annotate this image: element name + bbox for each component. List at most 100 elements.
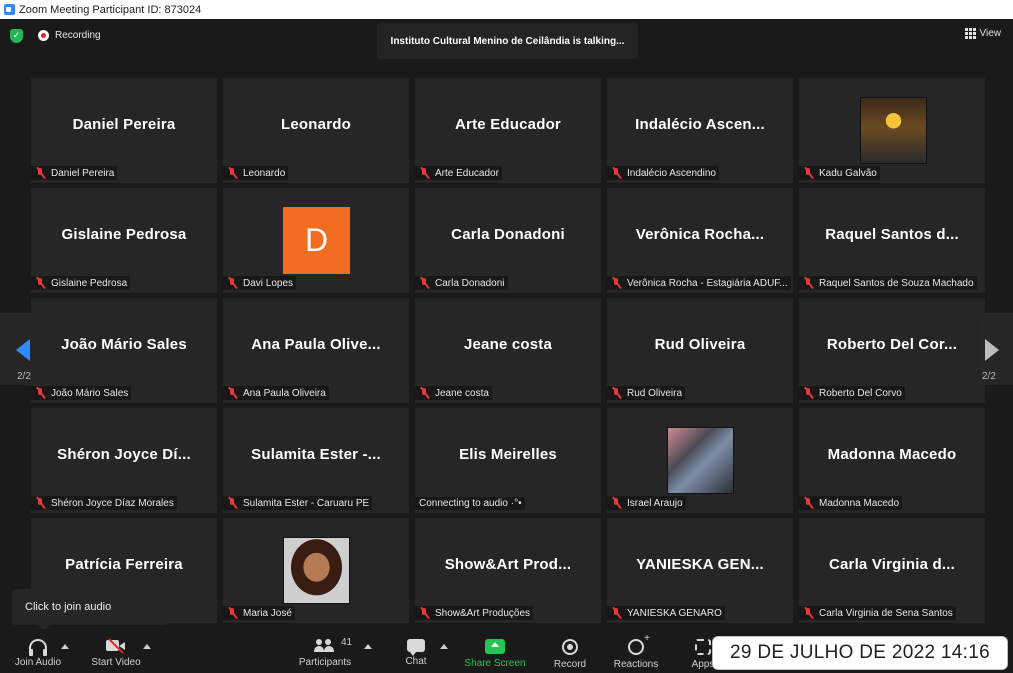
apps-icon	[695, 639, 711, 655]
participant-display-name: Raquel Santos d...	[825, 226, 959, 243]
muted-mic-icon	[611, 277, 622, 289]
participant-display-name: Carla Donadoni	[451, 226, 565, 243]
participant-tile[interactable]: Gislaine Pedrosa Gislaine Pedrosa	[31, 188, 217, 293]
participant-tile[interactable]: Ana Paula Olive... Ana Paula Oliveira	[223, 298, 409, 403]
chat-options-caret-icon[interactable]	[440, 644, 448, 649]
participant-display-name: Verônica Rocha...	[635, 226, 765, 243]
participant-tile[interactable]: Sulamita Ester -... Sulamita Ester - Caru…	[223, 408, 409, 513]
window-title: Zoom Meeting Participant ID: 873024	[19, 3, 202, 16]
participant-tile[interactable]: Leonardo Leonardo	[223, 78, 409, 183]
reactions-label: Reactions	[613, 659, 659, 670]
participant-tile[interactable]: Rud Oliveira Rud Oliveira	[607, 298, 793, 403]
participants-count: 41	[341, 637, 353, 648]
participant-name: Rud Oliveira	[627, 387, 683, 399]
participant-name-label: Carla Virginia de Sena Santos	[799, 606, 956, 620]
meeting-top-bar: ✓ Recording Instituto Cultural Menino de…	[0, 19, 1013, 59]
participant-display-name: YANIESKA GEN...	[636, 556, 764, 573]
participant-tile[interactable]: Kadu Galvão	[799, 78, 985, 183]
security-shield-icon[interactable]: ✓	[10, 29, 23, 43]
participant-display-name: Carla Virginia d...	[828, 556, 956, 573]
reactions-icon	[628, 633, 650, 655]
participant-tile[interactable]: Israel Araujo	[607, 408, 793, 513]
participant-name-label: João Mário Sales	[31, 386, 132, 400]
participant-name-label: Sulamita Ester - Caruaru PE	[223, 496, 373, 510]
participant-tile[interactable]: Madonna Macedo Madonna Macedo	[799, 408, 985, 513]
participant-name: Show&Art Produções	[435, 607, 531, 619]
participant-name: Daniel Pereira	[51, 167, 115, 179]
participant-tile[interactable]: D Davi Lopes	[223, 188, 409, 293]
record-button[interactable]: Record	[550, 639, 590, 670]
reactions-button[interactable]: Reactions	[612, 633, 660, 670]
participant-name: Davi Lopes	[243, 277, 294, 289]
participant-name: Verônica Rocha - Estagiária ADUF...	[627, 277, 788, 289]
participant-tile[interactable]: Raquel Santos d... Raquel Santos de Souza…	[799, 188, 985, 293]
participants-options-caret-icon[interactable]	[364, 644, 372, 649]
participant-tile[interactable]: Maria José	[223, 518, 409, 623]
participant-tile[interactable]: YANIESKA GEN... YANIESKA GENARO	[607, 518, 793, 623]
muted-mic-icon	[35, 387, 46, 399]
participant-display-name: Roberto Del Cor...	[826, 336, 958, 353]
participant-name-label: Indalécio Ascendino	[607, 166, 719, 180]
participant-tile[interactable]: Verônica Rocha... Verônica Rocha - Estagi…	[607, 188, 793, 293]
participant-name-label: Davi Lopes	[223, 276, 297, 290]
participant-name: Indalécio Ascendino	[627, 167, 716, 179]
participant-name-label: Rud Oliveira	[607, 386, 686, 400]
view-button[interactable]: View	[964, 28, 1001, 39]
participant-name-label: Kadu Galvão	[799, 166, 880, 180]
chat-button[interactable]: Chat	[398, 639, 434, 667]
video-options-caret-icon[interactable]	[143, 644, 151, 649]
participants-button[interactable]: 41 Participants	[296, 637, 354, 668]
participant-display-name: Arte Educador	[455, 116, 561, 133]
recording-label[interactable]: Recording	[55, 30, 101, 41]
participant-display-name: Shéron Joyce Dí...	[57, 446, 191, 463]
participant-tile[interactable]: Daniel Pereira Daniel Pereira	[31, 78, 217, 183]
participant-display-name: João Mário Sales	[61, 336, 187, 353]
participant-name: Carla Donadoni	[435, 277, 505, 289]
recording-icon[interactable]	[38, 30, 49, 41]
join-audio-button[interactable]: Join Audio	[12, 639, 64, 668]
participant-tile[interactable]: Elis Meirelles Connecting to audio ·°•	[415, 408, 601, 513]
participant-name-label: Gislaine Pedrosa	[31, 276, 131, 290]
audio-options-caret-icon[interactable]	[61, 644, 69, 649]
participant-tile[interactable]: Shéron Joyce Dí... Shéron Joyce Díaz Mora…	[31, 408, 217, 513]
muted-mic-icon	[419, 387, 430, 399]
participants-label: Participants	[298, 657, 352, 668]
muted-mic-icon	[803, 497, 814, 509]
participant-display-name: Show&Art Prod...	[444, 556, 572, 573]
participant-name: Maria José	[243, 607, 292, 619]
participant-name: Carla Virginia de Sena Santos	[819, 607, 953, 619]
participant-name: Raquel Santos de Souza Machado	[819, 277, 974, 289]
muted-mic-icon	[227, 277, 238, 289]
arrow-left-icon[interactable]	[16, 339, 30, 361]
participant-tile[interactable]: Roberto Del Cor... Roberto Del Corvo	[799, 298, 985, 403]
chat-icon	[407, 639, 425, 656]
participant-tile[interactable]: João Mário Sales João Mário Sales	[31, 298, 217, 403]
participant-name: Ana Paula Oliveira	[243, 387, 326, 399]
participant-profile-photo	[860, 97, 927, 164]
muted-mic-icon	[611, 167, 622, 179]
participant-name-label: Israel Araujo	[607, 496, 686, 510]
participant-profile-photo	[667, 427, 734, 494]
participant-name-label: Roberto Del Corvo	[799, 386, 905, 400]
participant-name-label: Arte Educador	[415, 166, 502, 180]
muted-mic-icon	[803, 607, 814, 619]
participant-name: Roberto Del Corvo	[819, 387, 902, 399]
participant-tile[interactable]: Show&Art Prod... Show&Art Produções	[415, 518, 601, 623]
participant-tile[interactable]: Indalécio Ascen... Indalécio Ascendino	[607, 78, 793, 183]
arrow-right-icon[interactable]	[985, 339, 999, 361]
participants-icon: 41	[314, 637, 352, 653]
participant-name-label: Raquel Santos de Souza Machado	[799, 276, 977, 290]
share-screen-button[interactable]: Share Screen	[463, 639, 527, 669]
start-video-button[interactable]: Start Video	[88, 638, 144, 668]
participant-tile[interactable]: Jeane costa Jeane costa	[415, 298, 601, 403]
participant-display-name: Sulamita Ester -...	[251, 446, 381, 463]
participant-name-label: Show&Art Produções	[415, 606, 534, 620]
participant-tile[interactable]: Carla Virginia d... Carla Virginia de Sen…	[799, 518, 985, 623]
muted-mic-icon	[419, 607, 430, 619]
participant-tile[interactable]: Carla Donadoni Carla Donadoni	[415, 188, 601, 293]
muted-mic-icon	[611, 497, 622, 509]
participant-tile[interactable]: Arte Educador Arte Educador	[415, 78, 601, 183]
muted-mic-icon	[35, 167, 46, 179]
participant-name-label: Jeane costa	[415, 386, 492, 400]
page-indicator-left: 2/2	[17, 371, 31, 382]
